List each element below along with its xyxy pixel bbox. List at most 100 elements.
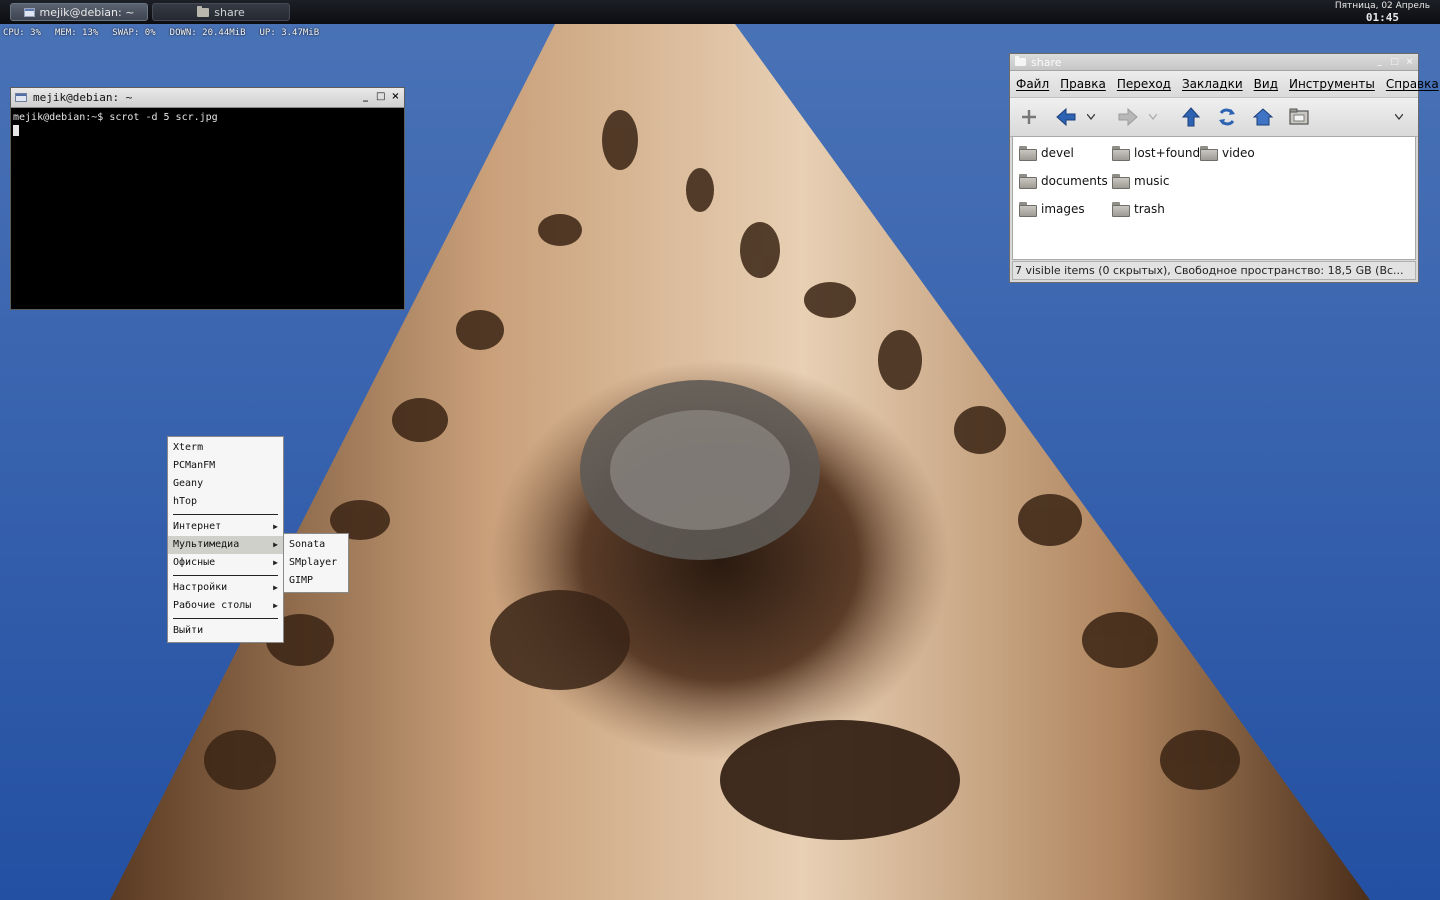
terminal-window[interactable]: mejik@debian: ~ _ □ × mejik@debian:~$ sc… xyxy=(10,87,405,310)
submenu-internet[interactable]: Интернет ▶ xyxy=(168,518,283,536)
menu-separator xyxy=(173,618,278,619)
upload-usage: UP: 3.47MiB xyxy=(259,28,320,38)
folder-item-trash[interactable]: trash xyxy=(1112,199,1165,219)
close-button[interactable]: × xyxy=(1405,56,1414,68)
multimedia-submenu: Sonata SMplayer GIMP xyxy=(283,533,349,593)
mem-usage: MEM: 13% xyxy=(54,28,99,38)
back-icon[interactable] xyxy=(1054,106,1078,128)
menu-item-xterm[interactable]: Xterm xyxy=(168,439,283,457)
menu-bookmarks[interactable]: Закладки xyxy=(1182,77,1243,91)
taskbar-button-terminal[interactable]: mejik@debian: ~ xyxy=(10,3,148,21)
menu-item-geany[interactable]: Geany xyxy=(168,475,283,493)
folder-item-video[interactable]: video xyxy=(1200,143,1255,163)
swap-usage: SWAP: 0% xyxy=(112,28,156,38)
window-title: share xyxy=(1031,55,1062,69)
menu-view[interactable]: Вид xyxy=(1254,77,1278,91)
home-icon[interactable] xyxy=(1251,106,1275,128)
folder-label: trash xyxy=(1134,202,1165,216)
menu-go[interactable]: Переход xyxy=(1117,77,1171,91)
clock[interactable]: Пятница, 02 Апрель 01:45 xyxy=(1335,0,1430,24)
folder-icon xyxy=(1112,145,1130,161)
submenu-arrow-icon: ▶ xyxy=(273,540,278,549)
menu-bar: Файл Правка Переход Закладки Вид Инструм… xyxy=(1010,71,1439,98)
folder-label: video xyxy=(1222,146,1255,160)
folder-label: devel xyxy=(1041,146,1074,160)
menu-help[interactable]: Справка xyxy=(1386,77,1439,91)
maximize-button[interactable]: □ xyxy=(376,91,385,103)
folder-icon xyxy=(1112,173,1130,189)
terminal-output[interactable]: mejik@debian:~$ scrot -d 5 scr.jpg xyxy=(11,108,404,143)
system-monitor: CPU: 3% MEM: 13% SWAP: 0% DOWN: 20.44MiB UP:… xyxy=(3,28,333,38)
submenu-arrow-icon: ▶ xyxy=(273,583,278,592)
folder-icon xyxy=(1112,201,1130,217)
new-tab-icon[interactable] xyxy=(1017,106,1041,128)
submenu-settings[interactable]: Настройки ▶ xyxy=(168,579,283,597)
up-icon[interactable] xyxy=(1179,106,1203,128)
folder-item-devel[interactable]: devel xyxy=(1019,143,1074,163)
maximize-button[interactable]: □ xyxy=(1390,56,1399,68)
submenu-desktops[interactable]: Рабочие столы ▶ xyxy=(168,597,283,615)
file-manager-titlebar[interactable]: share _ □ × xyxy=(1010,54,1418,71)
minimize-button[interactable]: _ xyxy=(361,91,370,103)
folder-label: lost+found xyxy=(1134,146,1201,160)
submenu-arrow-icon: ▶ xyxy=(273,558,278,567)
menu-tools[interactable]: Инструменты xyxy=(1289,77,1375,91)
submenu-multimedia[interactable]: Мультимедиа ▶ xyxy=(168,536,283,554)
minimize-button[interactable]: _ xyxy=(1375,56,1384,68)
menu-file[interactable]: Файл xyxy=(1016,77,1049,91)
menu-item-htop[interactable]: hTop xyxy=(168,493,283,511)
taskbar-label: mejik@debian: ~ xyxy=(39,5,135,19)
close-button[interactable]: × xyxy=(391,91,400,103)
folder-view-icon[interactable] xyxy=(1287,106,1311,128)
menu-item-sonata[interactable]: Sonata xyxy=(284,536,348,554)
toolbar xyxy=(1010,98,1418,137)
terminal-icon xyxy=(23,7,35,17)
submenu-label: Настройки xyxy=(173,582,228,593)
folder-icon xyxy=(1019,145,1037,161)
menu-item-exit[interactable]: Выйти xyxy=(168,622,283,640)
terminal-titlebar[interactable]: mejik@debian: ~ _ □ × xyxy=(11,88,404,108)
menu-item-smplayer[interactable]: SMplayer xyxy=(284,554,348,572)
folder-icon xyxy=(197,5,210,17)
file-list[interactable]: devel documents images lost+found music … xyxy=(1012,136,1416,260)
submenu-label: Мультимедиа xyxy=(173,539,240,550)
folder-icon xyxy=(1015,56,1026,66)
window-title: mejik@debian: ~ xyxy=(33,91,133,104)
submenu-label: Интернет xyxy=(173,521,222,532)
root-menu: Xterm PCManFM Geany hTop Интернет ▶ Муль… xyxy=(167,436,284,643)
menu-item-pcmanfm[interactable]: PCManFM xyxy=(168,457,283,475)
submenu-label: Рабочие столы xyxy=(173,600,252,611)
folder-label: images xyxy=(1041,202,1085,216)
reload-icon[interactable] xyxy=(1215,106,1239,128)
folder-item-lost-found[interactable]: lost+found xyxy=(1112,143,1200,163)
toolbar-overflow-dropdown-icon[interactable] xyxy=(1392,106,1406,128)
menu-item-gimp[interactable]: GIMP xyxy=(284,572,348,590)
menu-edit[interactable]: Правка xyxy=(1060,77,1106,91)
folder-icon xyxy=(1019,201,1037,217)
forward-history-dropdown-icon[interactable] xyxy=(1147,106,1159,128)
folder-item-images[interactable]: images xyxy=(1019,199,1085,219)
back-history-dropdown-icon[interactable] xyxy=(1085,106,1097,128)
file-manager-window[interactable]: share _ □ × Файл Правка Переход Закладки… xyxy=(1009,53,1439,283)
taskbar-button-share[interactable]: share xyxy=(152,3,290,21)
folder-item-music[interactable]: music xyxy=(1112,171,1169,191)
menu-separator xyxy=(173,514,278,515)
submenu-arrow-icon: ▶ xyxy=(273,601,278,610)
folder-icon xyxy=(1019,173,1037,189)
terminal-line: mejik@debian:~$ scrot -d 5 scr.jpg xyxy=(13,112,218,123)
cpu-usage: CPU: 3% xyxy=(3,28,41,38)
text-cursor xyxy=(13,125,19,136)
top-panel: mejik@debian: ~ share Пятница, 02 Апрель… xyxy=(0,0,1440,24)
submenu-office[interactable]: Офисные ▶ xyxy=(168,554,283,572)
folder-item-documents[interactable]: documents xyxy=(1019,171,1108,191)
submenu-arrow-icon: ▶ xyxy=(273,522,278,531)
download-usage: DOWN: 20.44MiB xyxy=(169,28,246,38)
taskbar-label: share xyxy=(214,5,245,19)
forward-icon[interactable] xyxy=(1116,106,1140,128)
clock-time: 01:45 xyxy=(1365,11,1399,24)
folder-icon xyxy=(1200,145,1218,161)
terminal-icon xyxy=(15,93,27,102)
status-bar: 7 visible items (0 скрытых), Свободное п… xyxy=(1012,261,1416,280)
submenu-label: Офисные xyxy=(173,557,216,568)
menu-separator xyxy=(173,575,278,576)
